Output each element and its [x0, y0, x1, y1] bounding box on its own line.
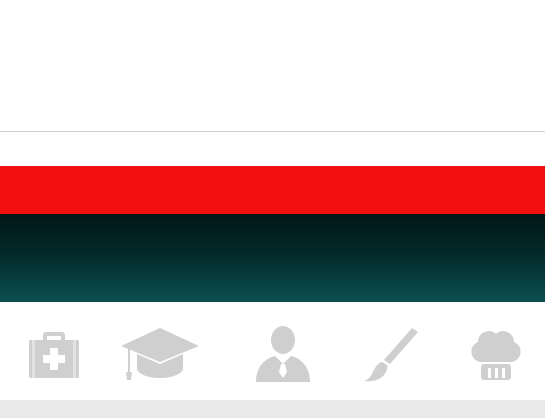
divider [0, 131, 545, 132]
red-banner [0, 166, 545, 214]
blank-header-area [0, 0, 545, 131]
chef-hat-icon[interactable] [466, 324, 526, 384]
dark-gradient-banner [0, 214, 545, 302]
paint-brush-icon[interactable] [362, 324, 422, 384]
bottom-strip [0, 400, 545, 418]
graduation-cap-icon[interactable] [119, 324, 201, 384]
person-icon[interactable] [252, 324, 312, 384]
page [0, 0, 545, 418]
category-icon-row [0, 302, 545, 400]
first-aid-kit-icon[interactable] [24, 324, 84, 384]
